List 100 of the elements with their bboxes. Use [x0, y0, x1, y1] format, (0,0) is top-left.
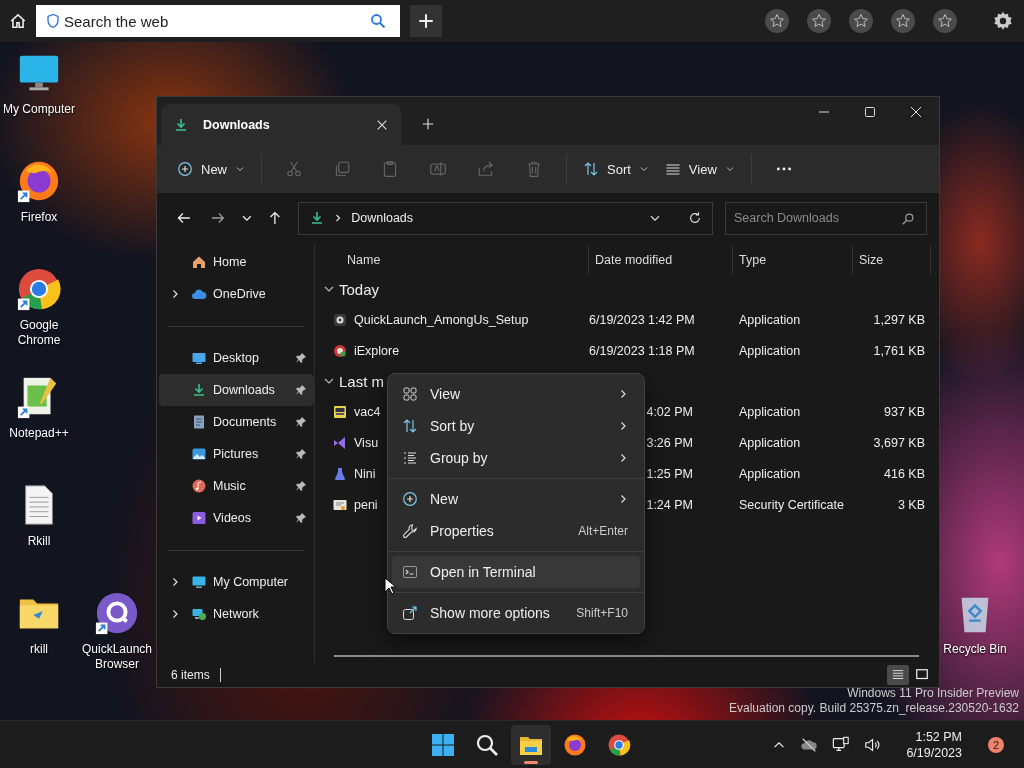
details-view-button[interactable]: [887, 665, 909, 685]
firefox-logo-icon: [563, 732, 588, 757]
file-name[interactable]: Nini: [354, 466, 376, 481]
pin-icon: [295, 448, 307, 460]
sort-button[interactable]: Sort: [575, 155, 657, 183]
chevron-right-icon[interactable]: [170, 577, 180, 587]
chevron-right-icon[interactable]: [170, 289, 180, 299]
navigation-item[interactable]: Home: [159, 246, 314, 278]
add-button[interactable]: [410, 5, 442, 37]
plus-circle-icon: [402, 491, 418, 507]
navigation-item[interactable]: My Computer: [159, 566, 314, 598]
column-header[interactable]: Name: [315, 246, 589, 274]
group-header[interactable]: Today: [315, 274, 380, 304]
back-arrow-icon[interactable]: [176, 210, 192, 226]
settings-icon[interactable]: [992, 10, 1014, 32]
desktop-icon-label[interactable]: Notepad++: [0, 426, 78, 441]
plus-icon: [417, 12, 435, 30]
desktop-icon-label[interactable]: rkill: [0, 642, 78, 657]
date-cell: 1:24 PM: [646, 497, 693, 512]
network-icon[interactable]: [832, 735, 851, 754]
file-name[interactable]: QuickLaunch_AmongUs_Setup: [354, 312, 529, 327]
desktop-icon-label[interactable]: QuickLaunch Browser: [78, 642, 156, 672]
size-cell: 1,297 KB: [873, 312, 925, 327]
window-tab[interactable]: Downloads: [161, 104, 401, 145]
view-button[interactable]: View: [656, 155, 743, 183]
clock-date: 6/19/2023: [906, 744, 962, 761]
navigation-item[interactable]: Music: [159, 470, 314, 502]
chevron-right-icon: [618, 453, 628, 463]
folder-search-field[interactable]: Search Downloads: [725, 201, 927, 235]
home-icon[interactable]: [9, 12, 27, 30]
navigation-item[interactable]: Videos: [159, 502, 314, 534]
network-icon: [191, 606, 207, 622]
edition-notice-text: Evaluation copy. Build 25375.zn_release.230520-1632: [729, 701, 1019, 716]
search-icon[interactable]: [370, 13, 386, 29]
scrollbar[interactable]: [334, 655, 919, 657]
date-cell: 6/19/2023 1:42 PM: [589, 312, 695, 327]
list-icon: [402, 450, 418, 466]
open-external-icon: [402, 605, 418, 621]
close-icon[interactable]: [910, 106, 922, 118]
file-name[interactable]: vac4: [354, 404, 381, 419]
quicklaunch-logo-icon[interactable]: [94, 590, 140, 636]
star-button-icon[interactable]: [807, 9, 831, 33]
breadcrumb-item[interactable]: Downloads: [351, 211, 414, 225]
navigation-item[interactable]: OneDrive: [159, 278, 314, 310]
copy-icon[interactable]: [333, 160, 351, 178]
type-cell: Application: [739, 404, 801, 419]
desktop-icon-label[interactable]: My Computer: [0, 102, 78, 117]
menu-item[interactable]: Open in Terminal: [392, 556, 640, 588]
navigation-item[interactable]: Downloads: [159, 374, 314, 406]
chrome-logo-icon[interactable]: [16, 266, 62, 312]
group-header[interactable]: Last m: [315, 366, 384, 396]
chevron-right-icon: [618, 421, 628, 431]
menu-item[interactable]: New: [392, 483, 640, 515]
menu-item[interactable]: Sort by: [392, 410, 640, 442]
file-name[interactable]: iExplore: [354, 343, 400, 358]
trash-icon[interactable]: [525, 160, 543, 178]
address-bar[interactable]: Downloads: [298, 201, 713, 235]
status-text: 6 items: [171, 668, 221, 682]
star-button-icon[interactable]: [849, 9, 873, 33]
file-explorer-button[interactable]: [511, 724, 552, 765]
column-header[interactable]: Type: [733, 246, 853, 274]
plus-circle-icon: [177, 161, 193, 177]
desktop-icon-label[interactable]: Google Chrome: [0, 318, 78, 348]
date-cell: 1:25 PM: [646, 466, 693, 481]
menu-item[interactable]: Group by: [392, 442, 640, 474]
column-header[interactable]: Date modified: [589, 246, 733, 274]
star-button-icon[interactable]: [891, 9, 915, 33]
file-name[interactable]: Visu: [354, 435, 379, 450]
notification-badge[interactable]: 2: [988, 736, 1004, 753]
new-tab-icon[interactable]: [421, 117, 435, 131]
star-button-icon[interactable]: [933, 9, 957, 33]
refresh-icon[interactable]: [688, 211, 702, 225]
size-cell: 3 KB: [897, 497, 925, 512]
desktop-icon-label[interactable]: Firefox: [0, 210, 78, 225]
house-icon: [191, 254, 207, 270]
size-cell: 1,761 KB: [873, 343, 925, 358]
chevron-down-icon: [638, 164, 649, 174]
new-button[interactable]: New: [169, 155, 253, 183]
navigation-item[interactable]: Desktop: [159, 342, 314, 374]
desktop-icon-label[interactable]: Recycle Bin: [936, 642, 1014, 657]
clipboard-icon[interactable]: [381, 160, 399, 178]
desktop-icon-label[interactable]: Rkill: [0, 534, 78, 549]
web-search-field[interactable]: Search the web: [36, 5, 400, 37]
star-button-icon[interactable]: [765, 9, 789, 33]
menu-item[interactable]: View: [392, 378, 640, 410]
navigation-item[interactable]: Network: [159, 598, 314, 630]
clock[interactable]: 1:52 PM 6/19/2023: [906, 728, 962, 761]
maximize-icon[interactable]: [864, 106, 876, 118]
forward-arrow-icon[interactable]: [209, 210, 226, 226]
file-name[interactable]: peni: [354, 497, 378, 512]
menu-item[interactable]: Properties Alt+Enter: [392, 515, 640, 547]
chevron-right-icon[interactable]: [170, 609, 180, 619]
lines-icon: [664, 161, 681, 177]
menu-item[interactable]: Show more options Shift+F10: [392, 597, 640, 629]
column-header[interactable]: Size: [853, 246, 931, 274]
download-icon: [191, 382, 207, 398]
navigation-item[interactable]: Pictures: [159, 438, 314, 470]
size-cell: 937 KB: [884, 404, 925, 419]
shortcut-text: Shift+F10: [576, 606, 628, 620]
navigation-item[interactable]: Documents: [159, 406, 314, 438]
